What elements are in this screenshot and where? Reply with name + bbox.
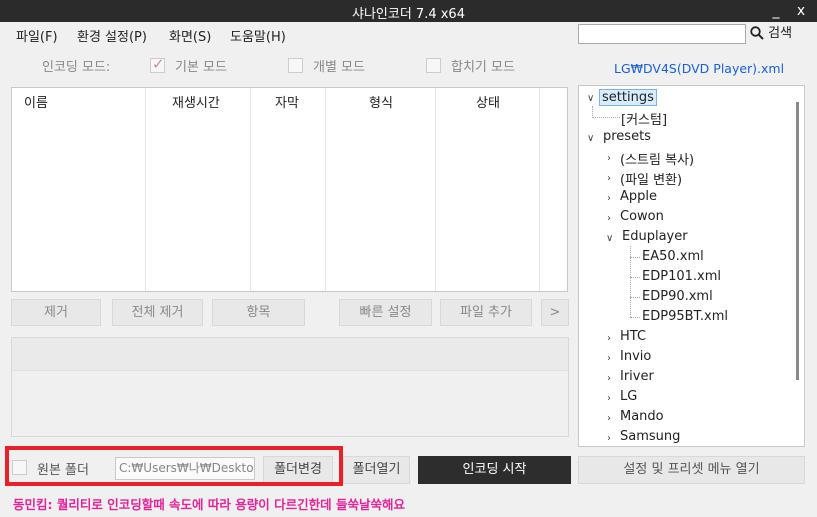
merge-mode-checkbox[interactable] [426,58,441,73]
current-preset-file[interactable]: LG₩DV4S(DVD Player).xml [614,61,784,76]
quick-settings-button[interactable]: 빠른 설정 [339,299,432,326]
chevron-down-icon[interactable]: ∨ [606,233,613,244]
add-file-button[interactable]: 파일 추가 [440,299,532,326]
source-folder-label: 원본 폴더 [37,463,89,478]
menu-file[interactable]: 파일(F) [16,26,58,45]
menu-preferences[interactable]: 환경 설정(P) [77,26,147,45]
change-folder-button[interactable]: 폴더변경 [263,456,333,484]
column-header-duration[interactable]: 재생시간 [146,88,251,291]
more-buttons-button[interactable]: > [541,299,569,326]
individual-mode-label: 개별 모드 [313,60,365,75]
column-name-label: 이름 [24,96,48,111]
search-icon [750,26,764,40]
search-button-label: 검색 [768,26,793,41]
tree-item-eduplayer[interactable]: Eduplayer [622,229,688,244]
chevron-right-icon[interactable]: › [607,173,611,184]
chevron-right-icon[interactable]: › [607,193,611,204]
start-encoding-button[interactable]: 인코딩 시작 [418,456,571,484]
column-header-format[interactable]: 형식 [326,88,436,291]
items-button[interactable]: 항목 [212,299,305,326]
remove-button[interactable]: 제거 [11,299,101,326]
tree-item-edp90[interactable]: EDP90.xml [642,289,713,304]
preset-tree[interactable]: ∨ settings [커스텀] ∨ presets › (스트림 복사) › … [578,85,805,447]
individual-mode-checkbox[interactable] [288,58,303,73]
tree-item-samsung[interactable]: Samsung [620,429,680,444]
remove-all-button[interactable]: 전체 제거 [112,299,203,326]
column-header-subtitle[interactable]: 자막 [251,88,326,291]
tree-item-apple[interactable]: Apple [620,189,657,204]
status-message: 동민킴: 퀄리티로 인코딩할때 속도에 따라 용량이 다르긴한데 들쑥날쑥해요 [13,497,405,512]
log-panel [11,337,569,437]
chevron-right-icon[interactable]: › [607,393,611,404]
minimize-button[interactable]: _ [765,1,787,21]
tree-item-edp101[interactable]: EDP101.xml [642,269,721,284]
encode-mode-label: 인코딩 모드: [42,60,111,75]
search-input[interactable] [578,24,746,44]
tree-item-htc[interactable]: HTC [620,329,646,344]
tree-item-settings[interactable]: settings [599,89,657,106]
log-panel-header [12,338,568,371]
file-list[interactable]: 이름 재생시간 자막 형식 상태 [11,87,568,292]
settings-menu-button[interactable]: 설정 및 프리셋 메뉴 열기 [578,456,805,484]
title-bar: 샤나인코더 7.4 x64 _ x [0,0,817,22]
column-header-name[interactable]: 이름 [12,88,146,291]
tree-item-lg[interactable]: LG [620,389,637,404]
tree-item-ea50[interactable]: EA50.xml [642,249,704,264]
column-header-status[interactable]: 상태 [436,88,540,291]
column-status-label: 상태 [476,96,500,111]
chevron-right-icon[interactable]: › [607,353,611,364]
chevron-down-icon[interactable]: ∨ [587,133,594,144]
search-button[interactable]: 검색 [750,24,792,44]
tree-item-stream-copy[interactable]: (스트림 복사) [620,149,694,168]
menu-view[interactable]: 화면(S) [169,26,211,45]
column-duration-label: 재생시간 [172,96,220,111]
column-format-label: 형식 [369,96,393,111]
basic-mode-label: 기본 모드 [175,60,227,75]
column-subtitle-label: 자막 [275,96,299,111]
chevron-right-icon[interactable]: › [607,373,611,384]
open-folder-button[interactable]: 폴더열기 [343,456,410,484]
tree-item-invio[interactable]: Invio [620,349,651,364]
chevron-right-icon[interactable]: › [607,413,611,424]
chevron-right-icon[interactable]: › [607,153,611,164]
tree-item-cowon[interactable]: Cowon [620,209,664,224]
check-icon: ✓ [152,55,165,73]
chevron-down-icon[interactable]: ∨ [587,93,594,104]
tree-item-file-convert[interactable]: (파일 변환) [620,169,682,188]
window-title: 샤나인코더 7.4 x64 [352,7,465,22]
chevron-right-icon[interactable]: › [607,433,611,444]
tree-item-mando[interactable]: Mando [620,409,664,424]
menu-help[interactable]: 도움말(H) [230,26,286,45]
tree-item-custom[interactable]: [커스텀] [621,109,667,128]
tree-item-presets[interactable]: presets [603,129,651,144]
tree-item-iriver[interactable]: Iriver [620,369,654,384]
basic-mode-checkbox[interactable]: ✓ [150,55,165,73]
source-folder-checkbox[interactable] [12,460,27,475]
chevron-right-icon[interactable]: › [607,213,611,224]
merge-mode-label: 합치기 모드 [451,60,515,75]
tree-scrollbar[interactable] [792,86,804,446]
chevron-right-icon[interactable]: › [607,333,611,344]
tree-scrollbar-thumb[interactable] [796,102,799,380]
tree-item-edp95bt[interactable]: EDP95BT.xml [642,309,728,324]
output-path-field[interactable]: C:₩Users₩나₩Deskto| [115,457,255,480]
close-button[interactable]: x [790,1,812,21]
